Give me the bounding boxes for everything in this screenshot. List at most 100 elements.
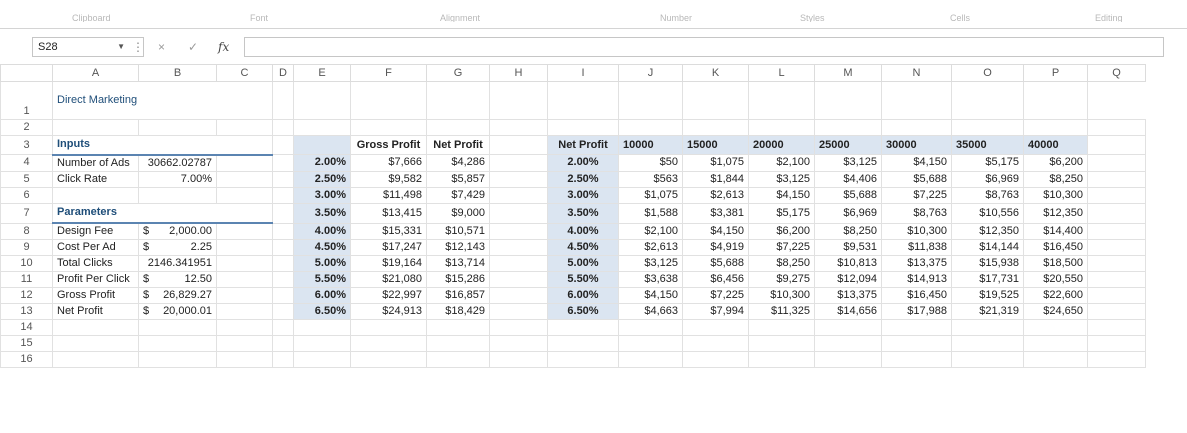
rate-cell[interactable]: 3.00% bbox=[547, 186, 619, 204]
value-cell[interactable]: $21,319 bbox=[951, 303, 1024, 320]
cell[interactable] bbox=[1087, 335, 1146, 352]
value-cell[interactable]: $10,300 bbox=[748, 287, 815, 304]
cell[interactable] bbox=[138, 119, 217, 136]
cell[interactable] bbox=[272, 135, 294, 155]
cell[interactable] bbox=[293, 351, 351, 368]
cell[interactable] bbox=[1087, 351, 1146, 368]
rate-cell[interactable]: 5.00% bbox=[547, 255, 619, 272]
value-cell[interactable]: $11,838 bbox=[881, 239, 952, 256]
value-cell[interactable]: $6,456 bbox=[682, 271, 749, 288]
value-cell[interactable]: $8,250 bbox=[814, 222, 882, 240]
net-profit-cell[interactable]: $15,286 bbox=[426, 271, 490, 288]
cell[interactable] bbox=[272, 202, 294, 224]
value-cell[interactable]: $3,638 bbox=[618, 271, 683, 288]
rate-cell[interactable]: 5.50% bbox=[293, 271, 351, 288]
gross-profit-cell[interactable]: $7,666 bbox=[350, 154, 427, 172]
cell[interactable] bbox=[748, 81, 815, 120]
value-cell[interactable]: $16,450 bbox=[1023, 239, 1088, 256]
value-cell[interactable]: $3,381 bbox=[682, 202, 749, 224]
net-profit-cell[interactable]: $5,857 bbox=[426, 170, 490, 188]
cell[interactable] bbox=[1087, 271, 1146, 288]
cell[interactable] bbox=[951, 351, 1024, 368]
value-cell[interactable]: $22,600 bbox=[1023, 287, 1088, 304]
parameter-label[interactable]: Design Fee bbox=[52, 222, 139, 240]
value-cell[interactable]: $2,613 bbox=[682, 186, 749, 204]
value-cell[interactable]: $9,531 bbox=[814, 239, 882, 256]
cell[interactable] bbox=[489, 303, 548, 320]
cell[interactable] bbox=[216, 222, 273, 240]
cell[interactable] bbox=[216, 303, 273, 320]
column-header-o[interactable]: O bbox=[951, 64, 1024, 82]
cell[interactable] bbox=[682, 351, 749, 368]
column-header-l[interactable]: L bbox=[748, 64, 815, 82]
value-cell[interactable]: $1,075 bbox=[618, 186, 683, 204]
value-cell[interactable]: $8,763 bbox=[881, 202, 952, 224]
value-cell[interactable]: $11,325 bbox=[748, 303, 815, 320]
two-way-ads-header[interactable]: 30000 bbox=[881, 135, 952, 155]
net-profit-cell[interactable]: $10,571 bbox=[426, 222, 490, 240]
sheet-title[interactable]: Direct Marketing bbox=[52, 81, 273, 120]
input-value[interactable]: 7.00% bbox=[138, 170, 217, 188]
one-way-header-gross[interactable]: Gross Profit bbox=[350, 135, 427, 155]
cell[interactable] bbox=[547, 319, 619, 336]
cell[interactable] bbox=[547, 119, 619, 136]
rate-cell[interactable]: 4.50% bbox=[547, 239, 619, 256]
value-cell[interactable]: $20,550 bbox=[1023, 271, 1088, 288]
cell[interactable] bbox=[951, 335, 1024, 352]
cell[interactable] bbox=[216, 154, 273, 172]
net-profit-cell[interactable]: $4,286 bbox=[426, 154, 490, 172]
two-way-ads-header[interactable]: 15000 bbox=[682, 135, 749, 155]
rate-cell[interactable]: 3.50% bbox=[293, 202, 351, 224]
formula-input[interactable] bbox=[244, 37, 1164, 57]
cell[interactable] bbox=[489, 287, 548, 304]
cell[interactable] bbox=[1087, 170, 1146, 188]
row-header-13[interactable]: 13 bbox=[0, 303, 53, 320]
input-value[interactable]: 30662.02787 bbox=[138, 154, 217, 172]
cell[interactable] bbox=[814, 119, 882, 136]
cell[interactable] bbox=[618, 119, 683, 136]
value-cell[interactable]: $10,300 bbox=[1023, 186, 1088, 204]
name-box-dropdown-icon[interactable]: ▼ bbox=[117, 38, 125, 56]
rate-cell[interactable]: 2.50% bbox=[293, 170, 351, 188]
row-header-10[interactable]: 10 bbox=[0, 255, 53, 272]
two-way-ads-header[interactable]: 20000 bbox=[748, 135, 815, 155]
inputs-heading[interactable]: Inputs bbox=[52, 135, 273, 156]
cell[interactable] bbox=[1023, 335, 1088, 352]
cell[interactable] bbox=[489, 335, 548, 352]
cell[interactable] bbox=[426, 81, 490, 120]
value-cell[interactable]: $1,844 bbox=[682, 170, 749, 188]
value-cell[interactable]: $15,938 bbox=[951, 255, 1024, 272]
value-cell[interactable]: $6,200 bbox=[748, 222, 815, 240]
value-cell[interactable]: $3,125 bbox=[618, 255, 683, 272]
value-cell[interactable]: $2,613 bbox=[618, 239, 683, 256]
cell[interactable] bbox=[216, 255, 273, 272]
value-cell[interactable]: $13,375 bbox=[881, 255, 952, 272]
value-cell[interactable]: $17,731 bbox=[951, 271, 1024, 288]
row-header-12[interactable]: 12 bbox=[0, 287, 53, 304]
cell[interactable] bbox=[1087, 186, 1146, 204]
column-header-b[interactable]: B bbox=[138, 64, 217, 82]
cell[interactable] bbox=[216, 351, 273, 368]
cell[interactable] bbox=[272, 351, 294, 368]
rate-cell[interactable]: 5.00% bbox=[293, 255, 351, 272]
input-label[interactable]: Number of Ads bbox=[52, 154, 139, 172]
cell[interactable] bbox=[52, 319, 139, 336]
cell[interactable] bbox=[1087, 255, 1146, 272]
cell[interactable] bbox=[748, 119, 815, 136]
cell[interactable] bbox=[272, 222, 294, 240]
rate-cell[interactable]: 2.00% bbox=[547, 154, 619, 172]
cell[interactable] bbox=[489, 222, 548, 240]
cell[interactable] bbox=[272, 319, 294, 336]
cell[interactable] bbox=[1087, 202, 1146, 224]
value-cell[interactable]: $7,225 bbox=[682, 287, 749, 304]
cell[interactable] bbox=[618, 335, 683, 352]
rate-cell[interactable]: 6.50% bbox=[547, 303, 619, 320]
cell[interactable] bbox=[1087, 287, 1146, 304]
cell[interactable] bbox=[52, 351, 139, 368]
cell[interactable] bbox=[489, 154, 548, 172]
cell[interactable] bbox=[814, 81, 882, 120]
two-way-ads-header[interactable]: 10000 bbox=[618, 135, 683, 155]
column-header-h[interactable]: H bbox=[489, 64, 548, 82]
parameter-value[interactable]: $12.50 bbox=[138, 271, 217, 288]
cell[interactable] bbox=[216, 170, 273, 188]
